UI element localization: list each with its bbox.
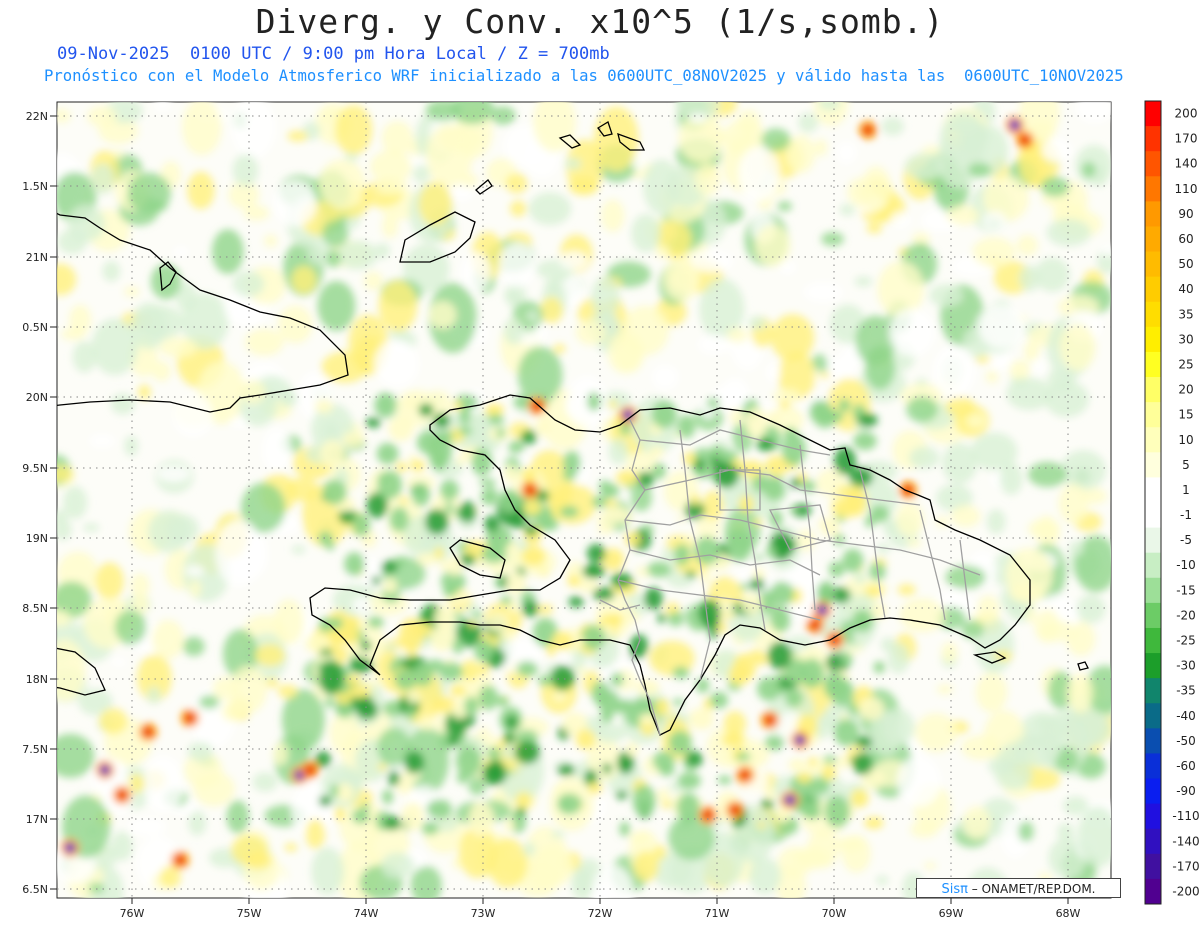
colorbar-swatch xyxy=(1145,351,1161,378)
sispi-logo: Sisπ xyxy=(941,882,968,897)
colorbar-swatch xyxy=(1145,276,1161,303)
colorbar-label: 30 xyxy=(1178,332,1193,346)
colorbar-swatch xyxy=(1145,301,1161,328)
colorbar-swatch xyxy=(1145,126,1161,152)
colorbar-label: -35 xyxy=(1176,684,1196,698)
colorbar-label: -50 xyxy=(1176,734,1196,748)
colorbar-swatch xyxy=(1145,552,1161,579)
colorbar-label: -140 xyxy=(1172,834,1199,848)
lon-label: 73W xyxy=(471,907,496,920)
colorbar-label: -20 xyxy=(1176,608,1196,622)
lon-label: 74W xyxy=(354,907,379,920)
colorbar-swatch xyxy=(1145,627,1161,654)
colorbar-label: -15 xyxy=(1176,583,1196,597)
colorbar-swatch xyxy=(1145,602,1161,629)
lat-label: 8.5N xyxy=(22,602,48,615)
colorbar-label: 170 xyxy=(1175,132,1198,146)
lat-label: 21N xyxy=(26,251,48,264)
credit-text: – ONAMET/REP.DOM. xyxy=(971,882,1096,896)
lon-label: 72W xyxy=(588,907,613,920)
colorbar-label: -25 xyxy=(1176,634,1196,648)
colorbar-label: 1 xyxy=(1182,483,1190,497)
colorbar-label: 35 xyxy=(1178,307,1193,321)
colorbar-label: -5 xyxy=(1180,533,1192,547)
colorbar-swatch xyxy=(1145,151,1161,177)
colorbar-swatch xyxy=(1145,251,1161,278)
colorbar-swatch xyxy=(1145,678,1161,704)
lat-label: 0.5N xyxy=(22,321,48,334)
colorbar-label: -60 xyxy=(1176,759,1196,773)
colorbar-label: -200 xyxy=(1172,884,1199,898)
colorbar-swatch xyxy=(1145,753,1161,780)
colorbar-swatch xyxy=(1145,477,1161,503)
colorbar-label: -30 xyxy=(1176,659,1196,673)
lat-label: 7.5N xyxy=(22,743,48,756)
lon-label: 76W xyxy=(120,907,145,920)
lon-label: 69W xyxy=(939,907,964,920)
colorbar-swatch xyxy=(1145,653,1161,679)
colorbar-label: 140 xyxy=(1175,157,1198,171)
colorbar-swatch xyxy=(1145,527,1161,554)
lon-label: 70W xyxy=(822,907,847,920)
lat-label: 18N xyxy=(26,673,48,686)
colorbar-label: -1 xyxy=(1180,508,1192,522)
colorbar-label: -40 xyxy=(1176,709,1196,723)
colorbar-swatch xyxy=(1145,778,1161,805)
lat-label: 19N xyxy=(26,532,48,545)
colorbar-swatch xyxy=(1145,502,1161,529)
colorbar-label: 60 xyxy=(1178,232,1193,246)
colorbar-swatch xyxy=(1145,828,1161,855)
lat-label: 9.5N xyxy=(22,462,48,475)
lat-label: 1.5N xyxy=(22,180,48,193)
colorbar-label: 40 xyxy=(1178,282,1193,296)
longitude-labels: 76W 75W 74W 73W 72W 71W 70W 69W 68W xyxy=(120,898,1081,920)
colorbar-label: -90 xyxy=(1176,784,1196,798)
colorbar-swatch xyxy=(1145,427,1161,453)
colorbar-label: 200 xyxy=(1175,107,1198,121)
colorbar-label: 15 xyxy=(1178,408,1193,422)
colorbar-swatch xyxy=(1145,878,1161,905)
lon-label: 68W xyxy=(1056,907,1081,920)
colorbar-label: 5 xyxy=(1182,458,1190,472)
lat-label: 22N xyxy=(26,110,48,123)
colorbar-label: 50 xyxy=(1178,257,1193,271)
colorbar-swatch xyxy=(1145,326,1161,353)
colorbar-label: -110 xyxy=(1172,809,1199,823)
colorbar-swatch xyxy=(1145,101,1161,127)
colorbar: 200 170 140 110 90 60 50 40 35 30 25 20 15 10 5 1 -1 -5 -1… xyxy=(1144,100,1200,905)
colorbar-label: -170 xyxy=(1172,859,1199,873)
colorbar-swatch xyxy=(1145,201,1161,227)
colorbar-label: 90 xyxy=(1178,207,1193,221)
colorbar-swatch xyxy=(1145,728,1161,754)
colorbar-swatch xyxy=(1145,226,1161,253)
colorbar-swatch xyxy=(1145,377,1161,403)
colorbar-label: 110 xyxy=(1175,182,1198,196)
latitude-labels: 22N 1.5N 21N 0.5N 20N 9.5N 19N 8.5N 18N 7.5N 17N 6.… xyxy=(22,110,57,896)
lon-label: 71W xyxy=(705,907,730,920)
colorbar-swatch xyxy=(1145,577,1161,604)
lat-label: 20N xyxy=(26,391,48,404)
colorbar-swatch xyxy=(1145,452,1161,478)
colorbar-swatch xyxy=(1145,703,1161,729)
colorbar-label: 20 xyxy=(1178,383,1193,397)
colorbar-label: -10 xyxy=(1176,558,1196,572)
colorbar-swatch xyxy=(1145,803,1161,830)
colorbar-label: 10 xyxy=(1178,433,1193,447)
colorbar-swatch xyxy=(1145,853,1161,880)
colorbar-swatch xyxy=(1145,402,1161,428)
map-figure: 22N 1.5N 21N 0.5N 20N 9.5N 19N 8.5N 18N 7.5N 17N 6.… xyxy=(22,100,1200,920)
colorbar-label: 25 xyxy=(1178,357,1193,371)
lat-label: 6.5N xyxy=(22,883,48,896)
credit-box: Sisπ – ONAMET/REP.DOM. xyxy=(916,878,1121,898)
colorbar-swatch xyxy=(1145,176,1161,202)
lon-label: 75W xyxy=(237,907,262,920)
lat-label: 17N xyxy=(26,813,48,826)
